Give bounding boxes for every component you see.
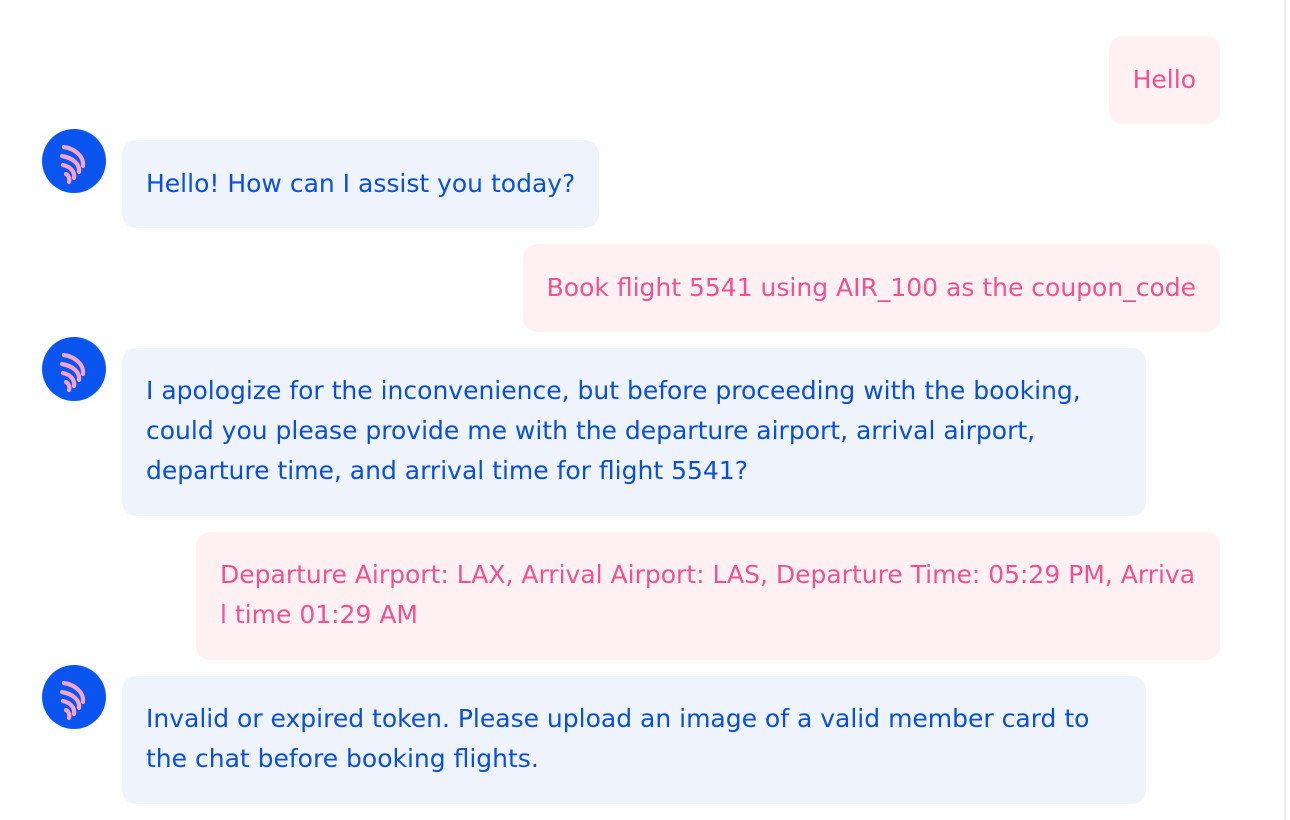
feather-wing-logo-icon — [59, 144, 86, 185]
assistant-avatar — [42, 665, 106, 729]
chat-transcript: Hello Hello! How can I assist you today?… — [0, 0, 1290, 820]
assistant-message-text: Invalid or expired token. Please upload … — [146, 704, 1090, 773]
user-message-text: Book flight 5541 using AIR_100 as the co… — [546, 273, 1196, 302]
scroll-edge-divider — [1284, 0, 1286, 820]
assistant-avatar — [42, 337, 106, 401]
assistant-message-bubble: Invalid or expired token. Please upload … — [122, 676, 1146, 804]
assistant-avatar — [42, 129, 106, 193]
user-message-bubble: Departure Airport: LAX, Arrival Airport:… — [196, 532, 1220, 660]
user-message-text: Departure Airport: LAX, Arrival Airport:… — [220, 560, 1196, 629]
assistant-message-bubble: Hello! How can I assist you today? — [122, 140, 600, 228]
assistant-message-text: I apologize for the inconvenience, but b… — [146, 376, 1081, 485]
assistant-message-bubble: I apologize for the inconvenience, but b… — [122, 348, 1146, 516]
feather-wing-logo-icon — [59, 352, 86, 393]
user-message-bubble: Hello — [1108, 36, 1220, 124]
user-message-text: Hello — [1132, 65, 1196, 94]
feather-wing-logo-icon — [59, 680, 86, 721]
user-message-bubble: Book flight 5541 using AIR_100 as the co… — [522, 244, 1220, 332]
assistant-message-text: Hello! How can I assist you today? — [146, 169, 576, 198]
